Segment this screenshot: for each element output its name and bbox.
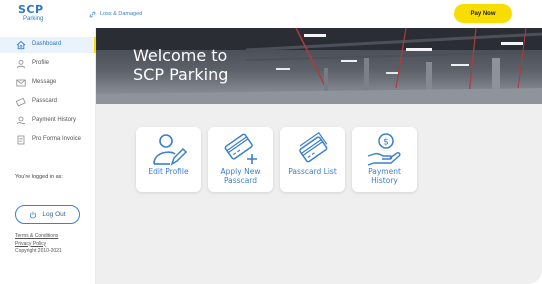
tile-label-line: Edit Profile xyxy=(148,167,189,176)
loss-damaged-link[interactable]: Loss & Damaged xyxy=(89,9,142,19)
sidebar-item-profile[interactable]: Profile xyxy=(0,56,96,72)
tile-label: Apply New Passcard xyxy=(208,167,273,185)
tile-label: Edit Profile xyxy=(136,167,201,176)
user-icon xyxy=(16,59,26,69)
sidebar-item-label: Profile xyxy=(32,60,50,66)
logged-in-text: You're logged in as: xyxy=(15,174,63,180)
passcard-list-tile[interactable]: Passcard List xyxy=(280,127,345,192)
link-icon xyxy=(89,11,96,17)
mail-icon xyxy=(16,79,26,87)
privacy-link[interactable]: Privacy Policy xyxy=(15,241,62,249)
payment-history-tile[interactable]: $ Payment History xyxy=(352,127,417,192)
tile-label-line: Passcard List xyxy=(288,167,337,176)
tile-label: Payment History xyxy=(352,167,417,185)
edit-profile-tile[interactable]: Edit Profile xyxy=(136,127,201,192)
hero-banner: Welcome to SCP Parking xyxy=(96,28,542,104)
card-list-icon xyxy=(298,132,327,163)
sidebar-item-label: Message xyxy=(32,79,57,85)
footer-links: Terms & Conditions Privacy Policy Copyri… xyxy=(15,233,62,256)
hero-title-line2: SCP Parking xyxy=(133,65,229,84)
edit-profile-icon xyxy=(152,134,187,166)
add-card-icon xyxy=(224,133,257,164)
tile-label-line: History xyxy=(371,176,398,185)
tile-label-line: Apply New xyxy=(220,167,261,176)
power-icon xyxy=(30,211,37,218)
logout-button[interactable]: Log Out xyxy=(15,205,80,224)
sidebar-item-label: Passcard xyxy=(32,98,58,104)
sidebar-item-payment-history[interactable]: Payment History xyxy=(0,113,96,129)
loss-damaged-label: Loss & Damaged xyxy=(100,11,143,17)
sidebar-item-passcard[interactable]: Passcard xyxy=(0,94,96,110)
sidebar-item-label: Payment History xyxy=(32,117,77,123)
svg-text:$: $ xyxy=(383,138,389,148)
tile-label-line: Passcard xyxy=(223,176,258,185)
sidebar-item-pro-forma-invoice[interactable]: Pro Forma Invoice xyxy=(0,132,96,148)
logout-label: Log Out xyxy=(42,211,66,218)
logo[interactable]: SCP Parking xyxy=(18,4,54,24)
pay-now-button[interactable]: Pay Now xyxy=(454,4,512,23)
sidebar-item-label: Pro Forma Invoice xyxy=(32,136,82,142)
tile-label: Passcard List xyxy=(280,167,345,176)
terms-link[interactable]: Terms & Conditions xyxy=(15,233,62,241)
main-content: Welcome to SCP Parking Edit Profile Appl… xyxy=(96,28,542,284)
sidebar: Dashboard Profile Message Passcard Payme… xyxy=(0,28,96,284)
copyright-text: Copyright 2010-2021 xyxy=(15,248,62,254)
hero-title-line1: Welcome to xyxy=(133,46,228,65)
sidebar-item-dashboard[interactable]: Dashboard xyxy=(0,37,96,53)
home-icon xyxy=(16,40,26,50)
apply-new-passcard-tile[interactable]: Apply New Passcard xyxy=(208,127,273,192)
payment-hand-icon: $ xyxy=(367,133,401,166)
top-bar: SCP Parking Loss & Damaged Pay Now xyxy=(0,0,542,28)
sidebar-item-message[interactable]: Message xyxy=(0,75,96,91)
invoice-icon xyxy=(17,135,25,145)
hero-title: Welcome to SCP Parking xyxy=(133,46,228,84)
card-icon xyxy=(16,97,26,107)
logo-mark: SCP xyxy=(18,3,44,16)
tile-label-line: Payment xyxy=(368,167,401,176)
logo-subtitle: Parking xyxy=(23,16,44,22)
app-window: SCP Parking Loss & Damaged Pay Now Dashb… xyxy=(0,0,542,284)
sidebar-item-label: Dashboard xyxy=(32,41,62,47)
payment-icon xyxy=(16,116,26,125)
